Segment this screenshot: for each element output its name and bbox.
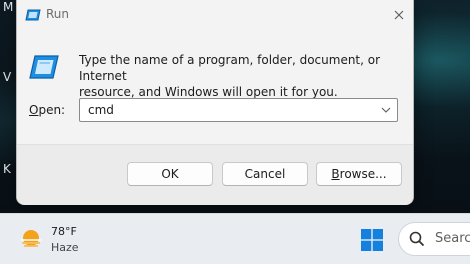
start-button[interactable] [361, 229, 383, 251]
search-placeholder: Search [435, 231, 470, 246]
dialog-description: Type the name of a program, folder, docu… [79, 52, 401, 100]
close-button[interactable] [387, 3, 411, 27]
taskbar-search[interactable]: Search [398, 222, 470, 256]
browse-accesskey: B [331, 167, 340, 181]
open-label-text: pen: [38, 103, 66, 117]
dialog-footer: OK Cancel Browse... [17, 144, 413, 205]
open-label: Open: [29, 103, 65, 117]
run-icon [29, 53, 59, 81]
chevron-down-icon [381, 107, 391, 113]
open-combobox[interactable]: cmd [79, 98, 398, 122]
sun-haze-icon[interactable] [19, 227, 43, 251]
window-title: Run [46, 7, 70, 21]
browse-label-rest: rowse... [339, 167, 387, 181]
weather-temperature[interactable]: 78°F [51, 225, 77, 238]
search-icon [409, 231, 425, 247]
ok-button[interactable]: OK [127, 162, 213, 186]
run-dialog: Run Type the name of a program, folder, … [16, 0, 414, 205]
desktop-icon-label-partial: K [3, 162, 11, 176]
dropdown-button[interactable] [375, 99, 397, 121]
close-icon [394, 10, 404, 20]
taskbar: 78°F Haze Search [0, 213, 470, 264]
open-input-value[interactable]: cmd [88, 103, 114, 117]
title-bar[interactable]: Run [17, 0, 413, 32]
browse-button[interactable]: Browse... [316, 162, 402, 186]
run-icon [25, 7, 41, 21]
cancel-button[interactable]: Cancel [222, 162, 308, 186]
desktop-icon-label-partial: M [3, 0, 14, 14]
description-line: Type the name of a program, folder, docu… [79, 53, 381, 83]
windows-logo-icon [361, 229, 383, 251]
desktop-icon-label-partial: V [3, 70, 12, 84]
weather-condition[interactable]: Haze [51, 241, 79, 254]
